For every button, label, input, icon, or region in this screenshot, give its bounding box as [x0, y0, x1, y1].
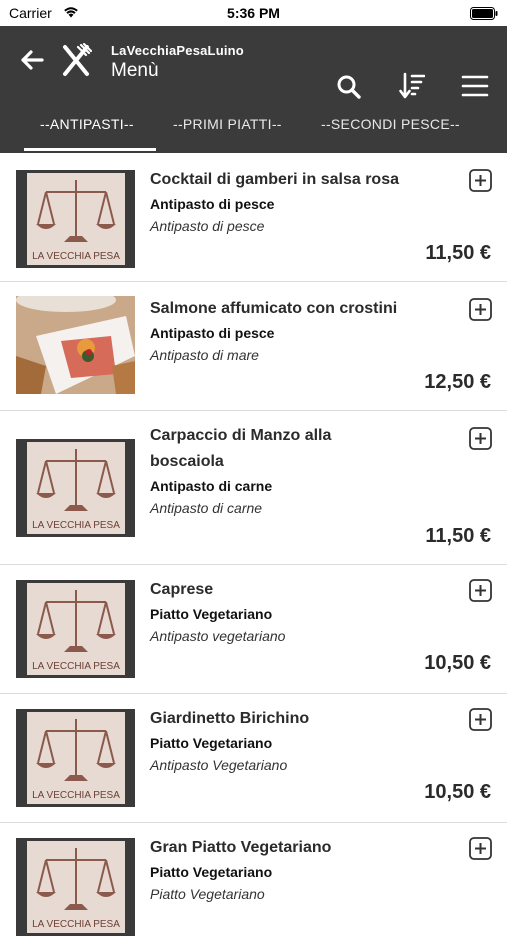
- hamburger-menu-icon[interactable]: [461, 74, 489, 98]
- logo-text: LA VECCHIA PESA: [32, 919, 120, 930]
- add-item-icon[interactable]: [469, 708, 492, 731]
- item-name: Salmone affumicato con crostini: [150, 300, 398, 317]
- item-price: 11,50 €: [425, 525, 491, 547]
- item-category: Antipasto di pesce: [150, 196, 275, 212]
- restaurant-logo-image: LA VECCHIA PESA: [16, 170, 135, 268]
- item-category: Piatto Vegetariano: [150, 735, 273, 751]
- header-titles: LaVecchiaPesaLuino Menù: [111, 43, 244, 82]
- add-item-icon[interactable]: [469, 427, 492, 450]
- item-name: Caprese: [150, 581, 214, 598]
- app-bar: LaVecchiaPesaLuino Menù --ANTIPASTI-- --…: [0, 26, 507, 153]
- status-bar: Carrier 5:36 PM: [0, 0, 507, 26]
- item-price: 12,50 €: [424, 371, 491, 393]
- restaurant-logo-image: LA VECCHIA PESA: [16, 439, 135, 537]
- category-tabs: --ANTIPASTI-- --PRIMI PIATTI-- --SECONDI…: [0, 116, 507, 153]
- food-photo-image: [16, 296, 135, 394]
- add-item-icon[interactable]: [469, 298, 492, 321]
- logo-text: LA VECCHIA PESA: [32, 520, 120, 531]
- menu-item[interactable]: LA VECCHIA PESA Carpaccio di Manzo alla …: [0, 411, 507, 565]
- status-time: 5:36 PM: [227, 5, 280, 21]
- back-arrow-icon[interactable]: [20, 48, 44, 72]
- tab-antipasti[interactable]: --ANTIPASTI--: [40, 116, 134, 132]
- tab-secondi-pesce[interactable]: --SECONDI PESCE--: [321, 116, 460, 132]
- tab-primi-piatti[interactable]: --PRIMI PIATTI--: [173, 116, 282, 132]
- restaurant-logo-image: LA VECCHIA PESA: [16, 709, 135, 807]
- add-item-icon[interactable]: [469, 169, 492, 192]
- item-description: Antipasto di mare: [150, 347, 259, 363]
- item-description: Antipasto di carne: [150, 500, 263, 516]
- item-description: Antipasto Vegetariano: [150, 757, 288, 773]
- menu-item[interactable]: LA VECCHIA PESA Caprese Piatto Vegetaria…: [0, 565, 507, 694]
- item-category: Piatto Vegetariano: [150, 864, 273, 880]
- item-price: 11,50 €: [425, 242, 491, 264]
- item-category: Antipasto di pesce: [150, 325, 275, 341]
- logo-text: LA VECCHIA PESA: [32, 251, 120, 262]
- restaurant-name: LaVecchiaPesaLuino: [111, 43, 244, 58]
- fork-knife-icon: [60, 42, 93, 77]
- search-icon[interactable]: [336, 74, 362, 100]
- restaurant-logo-image: LA VECCHIA PESA: [16, 838, 135, 936]
- menu-item[interactable]: LA VECCHIA PESA Giardinetto Birichino Pi…: [0, 694, 507, 823]
- restaurant-logo-image: LA VECCHIA PESA: [16, 580, 135, 678]
- menu-item[interactable]: Salmone affumicato con crostini Antipast…: [0, 282, 507, 411]
- item-price: 10,50 €: [424, 652, 491, 674]
- battery-icon: [470, 7, 498, 24]
- item-name: Giardinetto Birichino: [150, 710, 310, 727]
- page-title: Menù: [111, 60, 159, 81]
- logo-text: LA VECCHIA PESA: [32, 661, 120, 672]
- tab-selected-indicator: [24, 148, 156, 151]
- add-item-icon[interactable]: [469, 837, 492, 860]
- item-name: Cocktail di gamberi in salsa rosa: [150, 171, 399, 188]
- logo-text: LA VECCHIA PESA: [32, 790, 120, 801]
- item-category: Piatto Vegetariano: [150, 606, 273, 622]
- item-description: Antipasto vegetariano: [150, 628, 286, 644]
- menu-item[interactable]: LA VECCHIA PESA Gran Piatto Vegetariano …: [0, 823, 507, 951]
- menu-item[interactable]: LA VECCHIA PESA Cocktail di gamberi in s…: [0, 153, 507, 282]
- item-name: Gran Piatto Vegetariano: [150, 839, 332, 856]
- item-category: Antipasto di carne: [150, 478, 273, 494]
- item-description: Antipasto di pesce: [150, 218, 265, 234]
- menu-item-list: LA VECCHIA PESA Cocktail di gamberi in s…: [0, 153, 507, 951]
- item-name: Carpaccio di Manzo alla boscaiola: [150, 427, 332, 470]
- item-price: 10,50 €: [424, 781, 491, 803]
- add-item-icon[interactable]: [469, 579, 492, 602]
- sort-icon[interactable]: [399, 72, 426, 100]
